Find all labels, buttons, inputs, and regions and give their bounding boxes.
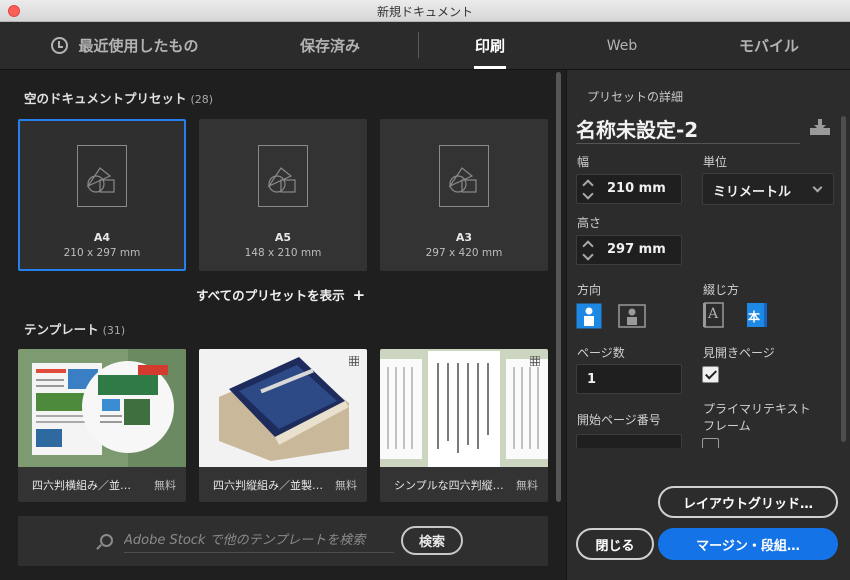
width-label: 幅 bbox=[577, 155, 590, 169]
height-stepper[interactable] bbox=[579, 240, 597, 260]
chevron-down-icon bbox=[812, 182, 823, 193]
preset-size: 210 x 297 mm bbox=[63, 247, 141, 259]
start-page-label: 開始ページ番号 bbox=[577, 413, 661, 427]
presets-scrollbar[interactable] bbox=[556, 72, 561, 502]
templates-section-title: テンプレート (31) bbox=[24, 319, 125, 338]
template-price: 無料 bbox=[332, 477, 357, 493]
stock-search-bar: 検索 bbox=[18, 516, 548, 566]
landscape-orientation-icon[interactable] bbox=[618, 303, 646, 329]
binding-label: 綴じ方 bbox=[703, 283, 740, 297]
width-field[interactable]: 210 mm bbox=[576, 174, 682, 204]
presets-panel: 空のドキュメントプリセット (28) A4 210 x 297 mm A5 148… bbox=[0, 70, 566, 580]
unit-select[interactable]: ミリメートル bbox=[702, 173, 834, 205]
primary-text-frame-checkbox[interactable] bbox=[702, 438, 719, 448]
template-card[interactable]: 四六判縦組み／並製… 無料 bbox=[199, 349, 367, 502]
preset-details-panel: プリセットの詳細 名称未設定-2 幅 210 mm 単位 ミリメートル 高さ 2… bbox=[566, 70, 850, 580]
category-tabs: 最近使用したもの 保存済み 印刷 Web モバイル bbox=[0, 22, 850, 70]
pages-field[interactable]: 1 bbox=[576, 364, 682, 394]
tab-saved[interactable]: 保存済み bbox=[280, 22, 380, 69]
presets-count: (28) bbox=[190, 93, 214, 106]
width-value: 210 mm bbox=[607, 181, 666, 196]
details-scrollbar[interactable] bbox=[841, 116, 846, 442]
width-stepper[interactable] bbox=[579, 179, 597, 199]
presets-section-label: 空のドキュメントプリセット bbox=[24, 91, 187, 106]
view-all-label: すべてのプリセットを表示 bbox=[196, 288, 345, 303]
pages-value: 1 bbox=[587, 372, 597, 387]
orientation-label: 方向 bbox=[577, 283, 602, 297]
clock-icon bbox=[51, 37, 69, 54]
primary-text-frame-label: プライマリテキスト フレーム bbox=[703, 400, 811, 434]
title-bar: 新規ドキュメント bbox=[0, 0, 850, 22]
preset-size: 297 x 420 mm bbox=[425, 247, 503, 259]
search-button[interactable]: 検索 bbox=[401, 526, 463, 555]
template-thumbnail bbox=[18, 349, 186, 467]
close-button[interactable]: 閉じる bbox=[576, 528, 654, 560]
document-icon bbox=[439, 145, 489, 207]
presets-section-title: 空のドキュメントプリセット (28) bbox=[24, 88, 213, 107]
tab-web[interactable]: Web bbox=[592, 22, 652, 69]
templates-section-label: テンプレート bbox=[24, 322, 99, 337]
template-price: 無料 bbox=[151, 477, 176, 493]
tab-web-label: Web bbox=[606, 37, 638, 54]
details-title: プリセットの詳細 bbox=[587, 90, 684, 104]
template-thumbnail bbox=[380, 349, 548, 467]
document-icon bbox=[77, 145, 127, 207]
start-page-field[interactable] bbox=[576, 434, 682, 448]
tab-recent[interactable]: 最近使用したもの bbox=[40, 22, 210, 69]
tab-divider bbox=[418, 32, 419, 58]
pages-label: ページ数 bbox=[577, 346, 625, 360]
template-name: 四六判縦組み／並製… bbox=[213, 479, 323, 492]
preset-card-a3[interactable]: A3 297 x 420 mm bbox=[380, 119, 548, 271]
search-icon bbox=[100, 534, 113, 547]
template-name: シンプルな四六判縦… bbox=[394, 479, 504, 492]
preset-card-a5[interactable]: A5 148 x 210 mm bbox=[199, 119, 367, 271]
unit-label: 単位 bbox=[703, 155, 728, 169]
primary-text-frame-label-line-2: フレーム bbox=[703, 419, 751, 433]
primary-text-frame-label-line-1: プライマリテキスト bbox=[703, 402, 811, 416]
document-icon bbox=[258, 145, 308, 207]
templates-count: (31) bbox=[102, 324, 126, 337]
preset-name: A5 bbox=[274, 231, 292, 244]
height-label: 高さ bbox=[577, 216, 602, 230]
facing-pages-checkbox[interactable] bbox=[702, 366, 719, 383]
unit-value: ミリメートル bbox=[713, 185, 792, 200]
tab-print[interactable]: 印刷 bbox=[460, 22, 520, 69]
tab-mobile[interactable]: モバイル bbox=[724, 22, 814, 69]
window-title: 新規ドキュメント bbox=[376, 5, 473, 19]
binding-right-glyph: 本 bbox=[748, 310, 761, 324]
binding-left-glyph: A bbox=[708, 306, 719, 322]
margins-columns-button[interactable]: マージン・段組… bbox=[658, 528, 838, 560]
save-preset-icon[interactable] bbox=[809, 118, 831, 136]
facing-pages-label: 見開きページ bbox=[703, 346, 775, 360]
layout-grid-button[interactable]: レイアウトグリッド… bbox=[658, 486, 838, 518]
grid-icon bbox=[530, 356, 540, 366]
view-all-presets-link[interactable]: すべてのプリセットを表示 + bbox=[196, 285, 365, 304]
template-name: 四六判横組み／並… bbox=[32, 479, 131, 492]
portrait-orientation-icon[interactable] bbox=[576, 303, 602, 329]
preset-card-a4[interactable]: A4 210 x 297 mm bbox=[18, 119, 186, 271]
preset-size: 148 x 210 mm bbox=[244, 247, 322, 259]
tab-recent-label: 最近使用したもの bbox=[78, 37, 199, 55]
stock-search-input[interactable] bbox=[124, 529, 394, 553]
binding-right-to-left-icon[interactable]: 本 bbox=[744, 301, 768, 329]
grid-icon bbox=[349, 356, 359, 366]
tab-saved-label: 保存済み bbox=[299, 37, 360, 55]
binding-left-to-right-icon[interactable]: A bbox=[702, 301, 726, 329]
tab-mobile-label: モバイル bbox=[738, 37, 799, 55]
plus-icon: + bbox=[352, 286, 366, 304]
height-value: 297 mm bbox=[607, 242, 666, 257]
preset-name: A4 bbox=[93, 231, 111, 244]
template-card[interactable]: 四六判横組み／並… 無料 bbox=[18, 349, 186, 502]
tab-print-label: 印刷 bbox=[474, 37, 505, 55]
preset-name-input[interactable]: 名称未設定-2 bbox=[576, 112, 800, 144]
template-card[interactable]: シンプルな四六判縦… 無料 bbox=[380, 349, 548, 502]
template-thumbnail bbox=[199, 349, 367, 467]
height-field[interactable]: 297 mm bbox=[576, 235, 682, 265]
template-price: 無料 bbox=[513, 477, 538, 493]
preset-name: A3 bbox=[455, 231, 473, 244]
